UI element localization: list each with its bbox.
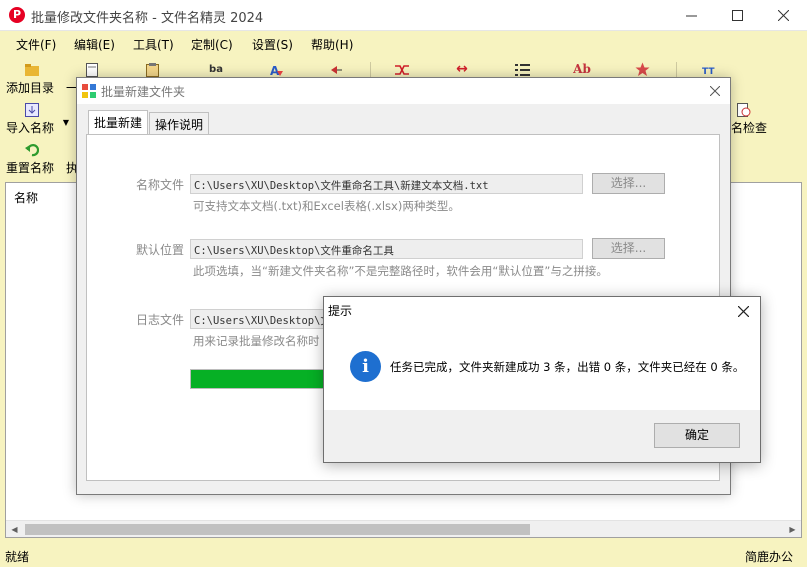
dialog-title-bar: 批量新建文件夹 (77, 78, 730, 104)
info-icon: i (350, 351, 381, 382)
default-location-field[interactable]: C:\Users\XU\Desktop\文件重命名工具 (190, 239, 583, 259)
add-dir-button[interactable]: 添加目录 (6, 79, 54, 96)
status-text: 就绪 (5, 550, 30, 564)
close-icon (777, 10, 789, 21)
name-file-field[interactable]: C:\Users\XU\Desktop\文件重命名工具\新建文本文档.txt (190, 174, 583, 194)
name-check-button[interactable]: 名检查 (731, 119, 767, 136)
replace-text-icon[interactable]: A (268, 62, 284, 78)
message-box-footer: 确定 (324, 410, 760, 462)
message-box: 提示 i 任务已完成，文件夹新建成功 3 条，出错 0 条，文件夹已经在 0 条… (323, 296, 761, 463)
minimize-button[interactable] (668, 0, 714, 31)
column-header-name[interactable]: 名称 (14, 189, 38, 206)
brand-text: 简鹿办公 (744, 550, 793, 564)
close-button[interactable] (760, 0, 806, 31)
menu-customize[interactable]: 定制(C) (191, 36, 233, 53)
menu-settings[interactable]: 设置(S) (252, 36, 293, 53)
message-text: 任务已完成，文件夹新建成功 3 条，出错 0 条，文件夹已经在 0 条。 (390, 360, 745, 374)
scrollbar-thumb[interactable] (25, 524, 530, 535)
window-title: 批量修改文件夹名称 - 文件名精灵 2024 (31, 11, 264, 26)
maximize-button[interactable] (714, 0, 760, 31)
close-icon (737, 305, 749, 317)
menu-edit[interactable]: 编辑(E) (74, 36, 115, 53)
numbered-list-icon[interactable] (514, 62, 530, 78)
name-file-hint: 可支持文本文档(.txt)和Excel表格(.xlsx)两种类型。 (193, 199, 460, 213)
menu-help[interactable]: 帮助(H) (311, 36, 353, 53)
dialog-title: 批量新建文件夹 (101, 85, 186, 99)
star-icon[interactable] (634, 61, 650, 77)
case-change-icon[interactable]: Ab (573, 61, 591, 77)
swap-arrows-icon[interactable]: ↔ (454, 61, 470, 77)
choose-location-button[interactable]: 选择... (592, 238, 665, 259)
import-names-button[interactable]: 导入名称 (6, 119, 54, 136)
menu-tools[interactable]: 工具(T) (133, 36, 174, 53)
scroll-right-icon[interactable]: ▶ (784, 521, 801, 538)
insert-icon[interactable] (328, 62, 344, 78)
folder-add-icon[interactable] (24, 62, 40, 78)
import-icon[interactable] (24, 102, 40, 118)
document-icon[interactable] (84, 62, 100, 78)
horizontal-scrollbar[interactable]: ◀ ▶ (6, 520, 801, 537)
status-bar: 就绪 简鹿办公 (0, 544, 807, 567)
menu-file[interactable]: 文件(F) (16, 36, 56, 53)
clipboard-icon[interactable] (144, 62, 160, 78)
log-file-hint: 用来记录批量修改名称时 (193, 334, 320, 348)
maximize-icon (731, 10, 743, 21)
message-box-close-button[interactable] (734, 302, 752, 320)
default-location-hint: 此项选填，当“新建文件夹名称”不是完整路径时，软件会用“默认位置”与之拼接。 (193, 264, 608, 278)
ok-button[interactable]: 确定 (654, 423, 740, 448)
title-bar: P 批量修改文件夹名称 - 文件名精灵 2024 (0, 0, 807, 31)
window-app-icon (82, 84, 96, 98)
scroll-left-icon[interactable]: ◀ (6, 521, 23, 538)
dialog-close-button[interactable] (706, 82, 724, 100)
reset-names-button[interactable]: 重置名称 (6, 159, 54, 176)
message-box-title: 提示 (328, 304, 353, 318)
choose-name-file-button[interactable]: 选择... (592, 173, 665, 194)
svg-text:A: A (270, 64, 280, 77)
minimize-icon (685, 15, 697, 17)
log-file-label: 日志文件 (136, 313, 185, 327)
dropdown-arrow-icon[interactable]: ▼ (58, 114, 74, 130)
default-location-label: 默认位置 (136, 243, 185, 257)
sort-ba-icon[interactable]: ba (208, 61, 224, 77)
menu-bar: 文件(F) 编辑(E) 工具(T) 定制(C) 设置(S) 帮助(H) (0, 31, 807, 56)
svg-text:TT: TT (702, 67, 715, 76)
shuffle-icon[interactable] (394, 62, 410, 78)
name-file-label: 名称文件 (136, 178, 185, 192)
undo-icon[interactable] (24, 142, 40, 158)
tab-instructions[interactable]: 操作说明 (149, 112, 210, 134)
close-icon (710, 86, 720, 96)
app-icon: P (9, 7, 25, 23)
check-doc-icon[interactable] (736, 102, 752, 118)
text-format-icon[interactable]: TT (700, 62, 716, 78)
tab-batch-create[interactable]: 批量新建 (88, 110, 149, 134)
